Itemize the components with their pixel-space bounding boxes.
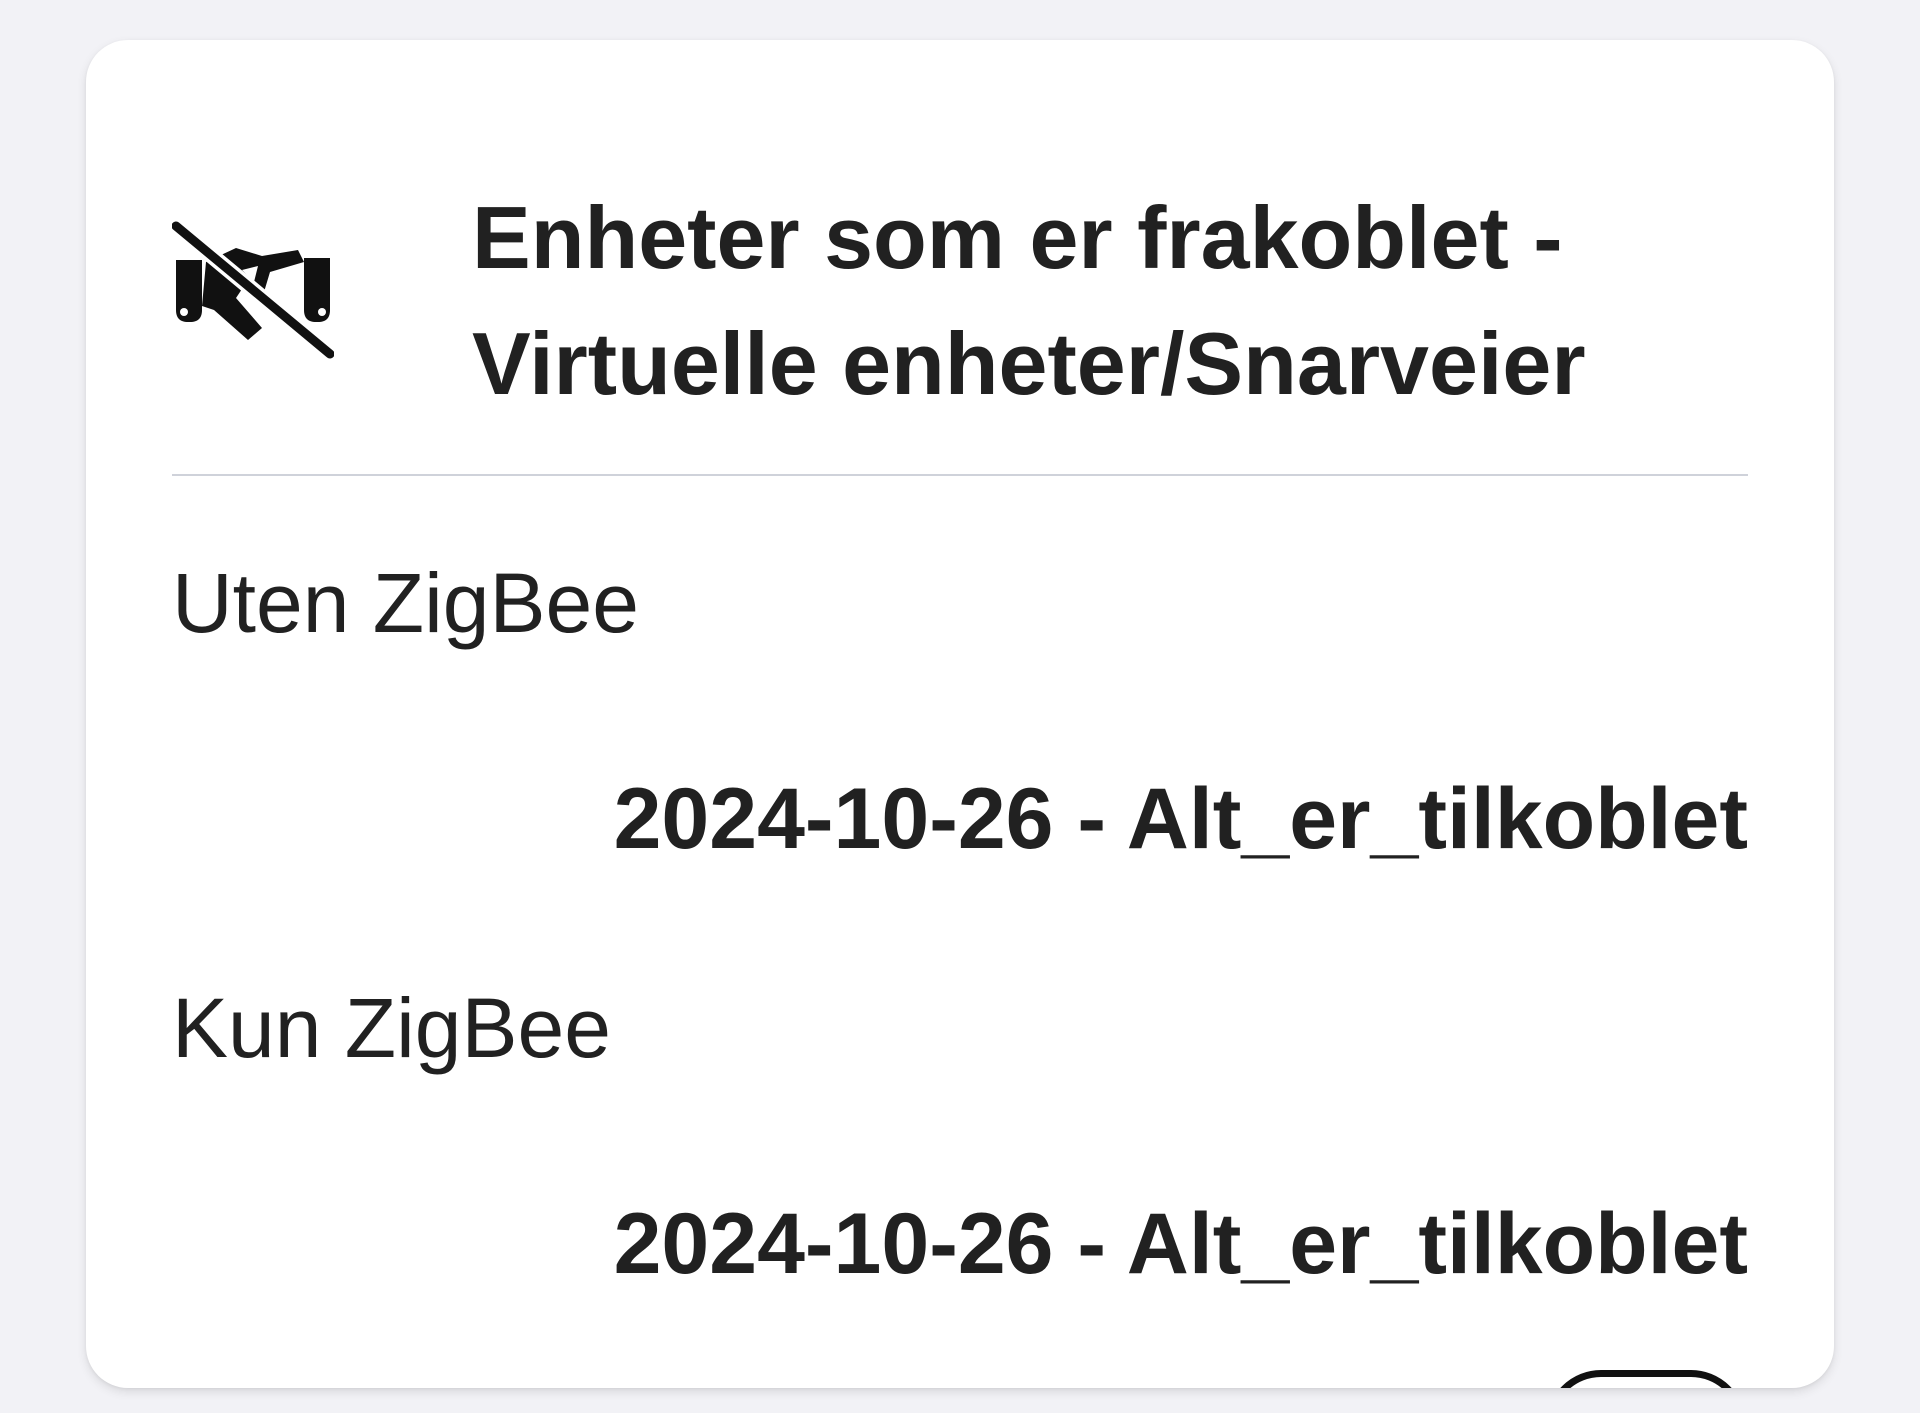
row-label-kun-zigbee: Kun ZigBee [172, 981, 611, 1075]
row-value-uten-zigbee: 2024-10-26 - Alt_er_tilkoblet [613, 771, 1748, 867]
card-header: Enheter som er frakoblet - Virtuelle enh… [172, 135, 1748, 413]
disconnected-plug-icon [172, 220, 334, 360]
header-divider [172, 474, 1748, 476]
disconnected-devices-card: Enheter som er frakoblet - Virtuelle enh… [86, 40, 1834, 1388]
card-title: Enheter som er frakoblet - Virtuelle enh… [472, 188, 1586, 413]
row-label-uten-zigbee: Uten ZigBee [172, 556, 639, 650]
row-value-kun-zigbee: 2024-10-26 - Alt_er_tilkoblet [613, 1196, 1748, 1292]
partial-row-toggle[interactable] [1546, 1370, 1746, 1388]
